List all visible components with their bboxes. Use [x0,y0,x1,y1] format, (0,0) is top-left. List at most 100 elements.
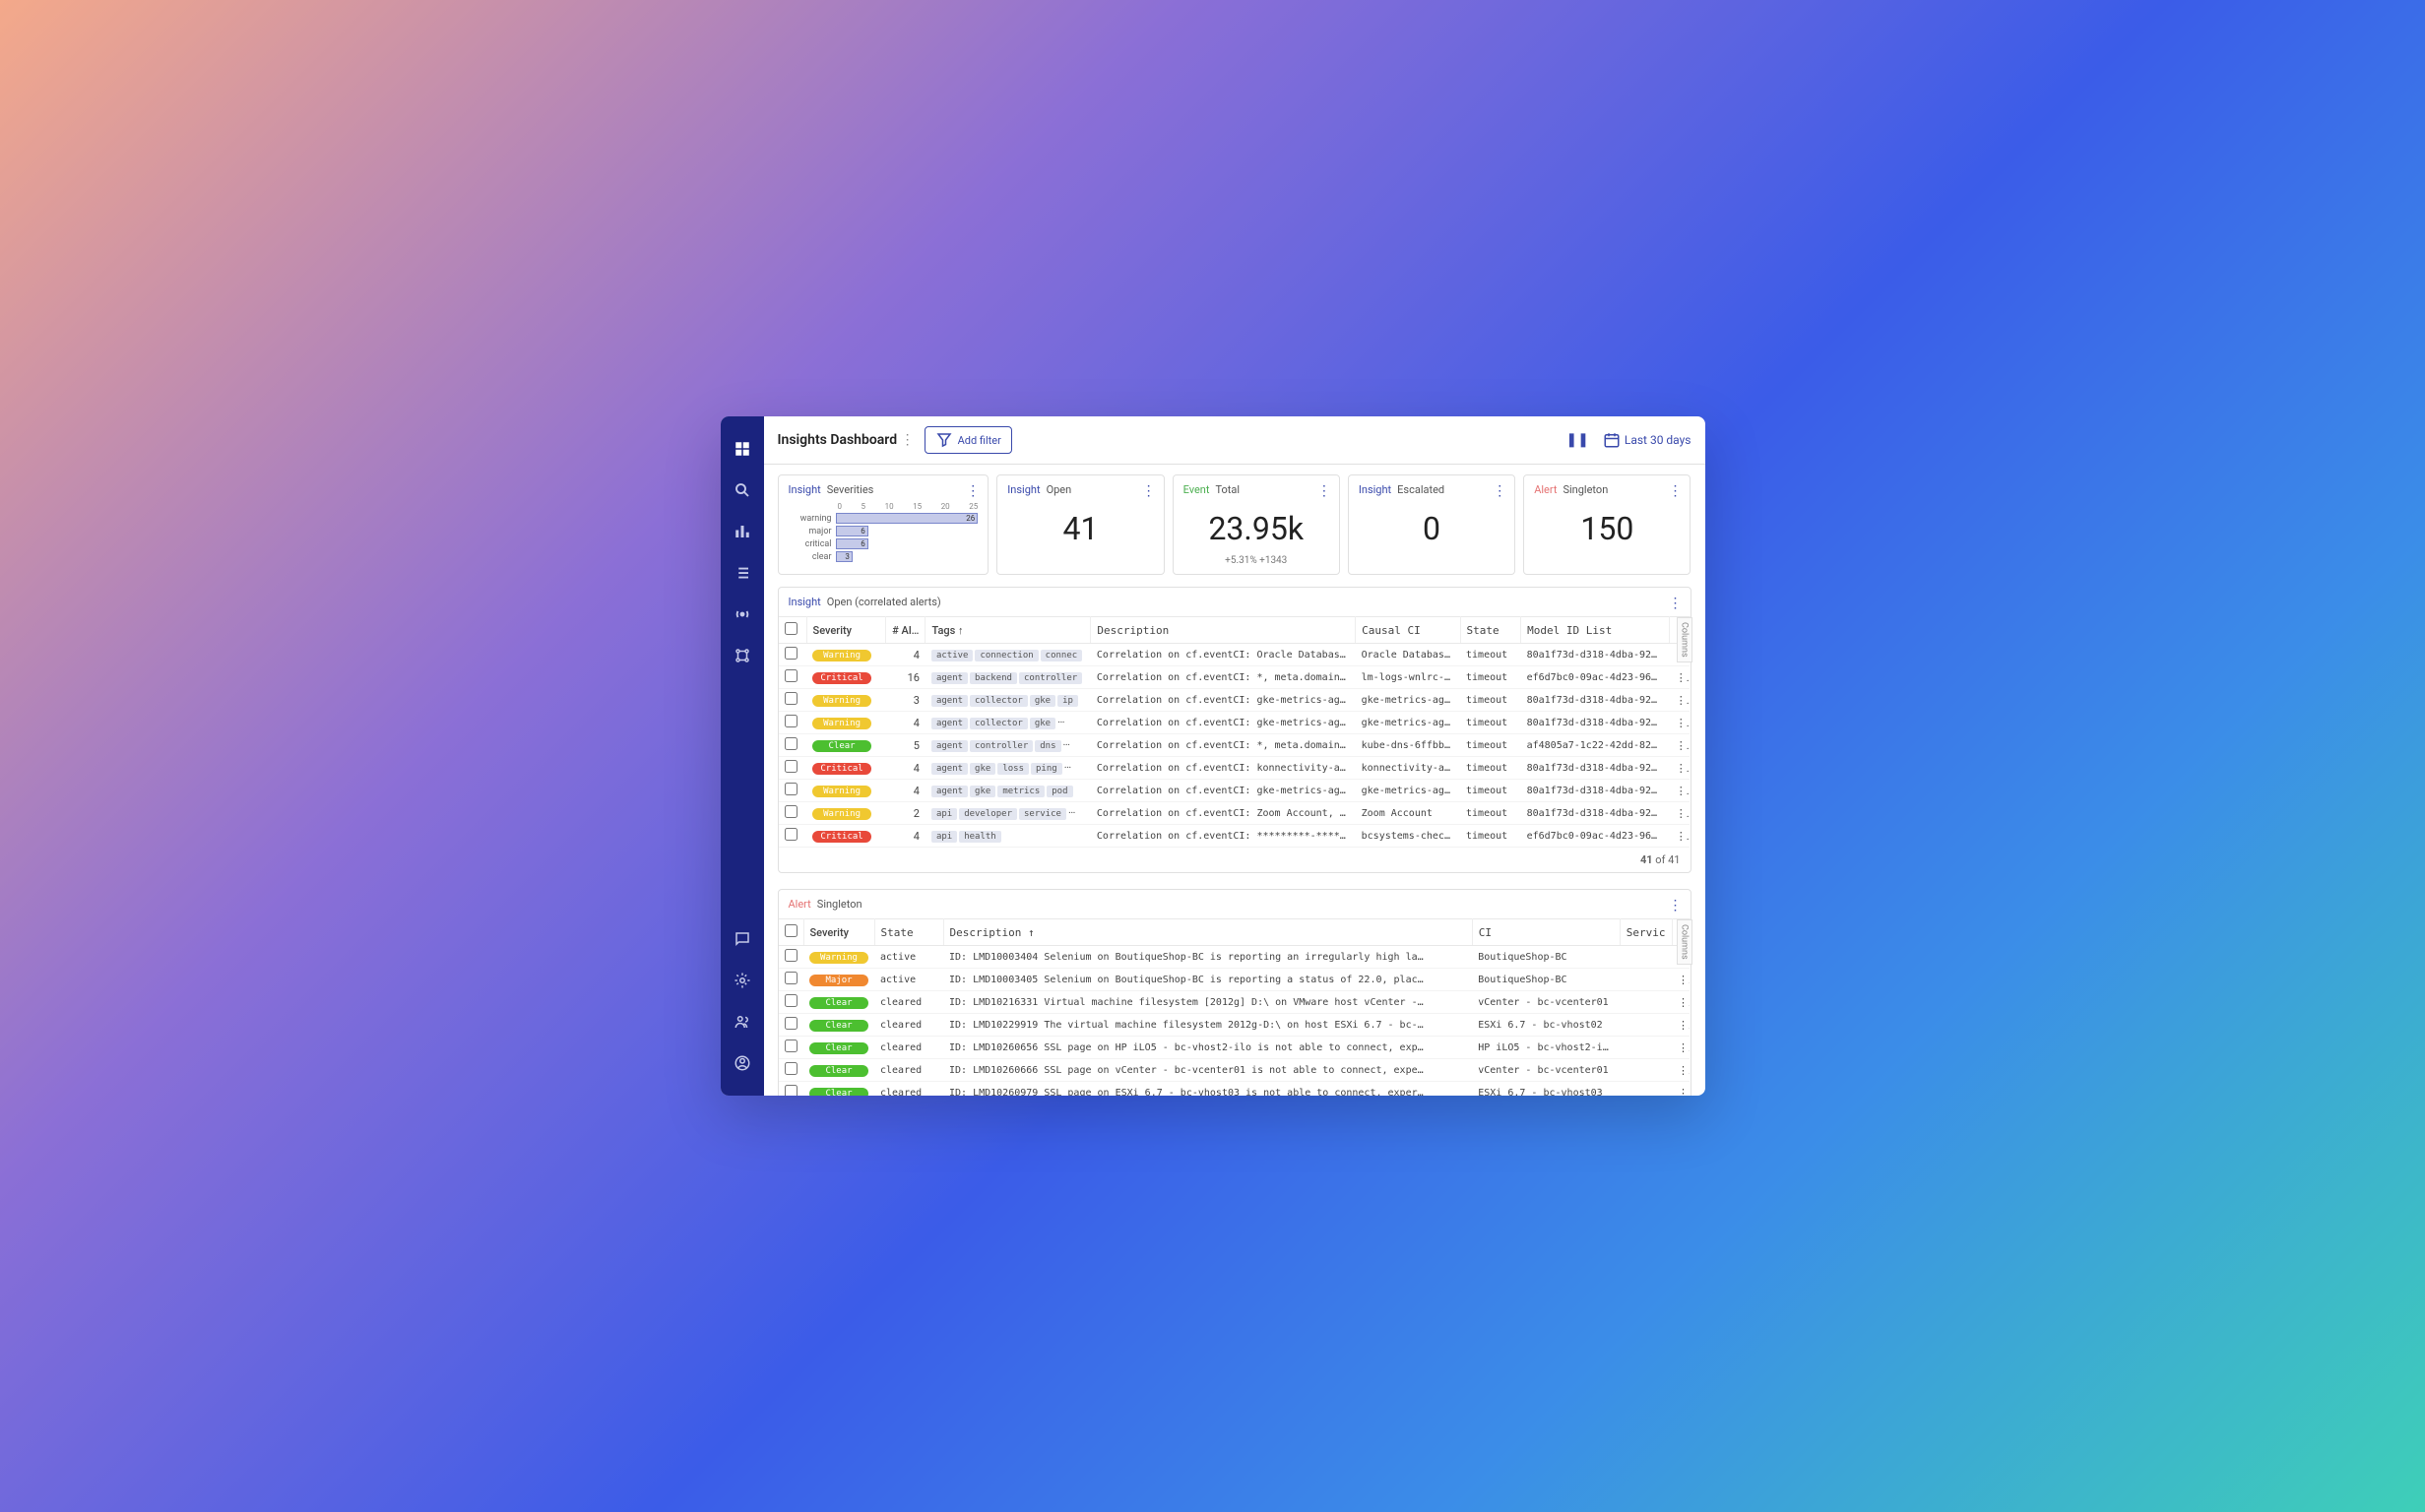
metric-open: 41 [1007,502,1153,555]
table-row[interactable]: Warning3agentcollectorgkeipCorrelation o… [779,689,1691,712]
integrations-icon[interactable] [733,646,752,665]
table-row[interactable]: Warning4activeconnectionconnecCorrelatio… [779,644,1691,666]
columns-toggle[interactable]: Columns [1677,919,1692,965]
chat-icon[interactable] [733,929,752,949]
row-menu-icon[interactable]: ⋮ [1672,1014,1690,1037]
row-menu-icon[interactable]: ⋮ [1670,780,1690,802]
card-menu-icon[interactable]: ⋮ [1317,483,1331,499]
col-header[interactable]: State [874,919,943,946]
chart-icon[interactable] [733,522,752,541]
severity-badge: Critical [812,763,871,775]
row-checkbox[interactable] [785,715,798,727]
card-menu-icon[interactable]: ⋮ [1142,483,1156,499]
col-header[interactable]: Severity [806,617,886,644]
severity-badge: Critical [812,831,871,843]
search-icon[interactable] [733,480,752,500]
insight-panel: InsightOpen (correlated alerts) ⋮ Column… [778,587,1691,873]
severity-badge: Warning [812,808,871,820]
row-checkbox[interactable] [785,1062,798,1075]
date-range-picker[interactable]: Last 30 days [1603,431,1691,449]
table-row[interactable]: ClearclearedID: LMD10260979 SSL page on … [779,1082,1691,1097]
alert-panel: AlertSingleton ⋮ Columns SeverityStateDe… [778,889,1691,1096]
list-icon[interactable] [733,563,752,583]
row-checkbox[interactable] [785,1017,798,1030]
select-all-checkbox[interactable] [785,622,798,635]
row-menu-icon[interactable]: ⋮ [1672,1059,1690,1082]
broadcast-icon[interactable] [733,604,752,624]
col-header[interactable]: Causal CI [1356,617,1460,644]
table-row[interactable]: Warning4agentcollectorgkemetCorrelation … [779,712,1691,734]
pause-icon[interactable]: ❚❚ [1562,432,1592,448]
row-menu-icon[interactable]: ⋮ [1670,666,1690,689]
header: Insights Dashboard Add filter ❚❚ Last 30… [764,416,1705,465]
severity-badge: Clear [809,1065,868,1077]
row-menu-icon[interactable]: ⋮ [1672,991,1690,1014]
row-checkbox[interactable] [785,692,798,705]
col-header[interactable]: Servic [1620,919,1672,946]
panel-menu-icon[interactable]: ⋮ [1669,898,1683,914]
severity-badge: Clear [809,1088,868,1096]
row-checkbox[interactable] [785,737,798,750]
row-checkbox[interactable] [785,783,798,795]
severity-badge: Warning [812,650,871,662]
col-header[interactable]: CI [1472,919,1620,946]
row-menu-icon[interactable]: ⋮ [1670,712,1690,734]
table-row[interactable]: WarningactiveID: LMD10003404 Selenium on… [779,946,1691,969]
row-menu-icon[interactable]: ⋮ [1670,757,1690,780]
table-row[interactable]: Critical4agentgkelosspingpoCorrelation o… [779,757,1691,780]
table-row[interactable]: ClearclearedID: LMD10260656 SSL page on … [779,1037,1691,1059]
row-checkbox[interactable] [785,669,798,682]
users-icon[interactable] [733,1012,752,1032]
table-row[interactable]: ClearclearedID: LMD10229919 The virtual … [779,1014,1691,1037]
row-menu-icon[interactable]: ⋮ [1670,689,1690,712]
select-all-checkbox[interactable] [785,924,798,937]
row-checkbox[interactable] [785,1040,798,1052]
col-header[interactable]: Description [1091,617,1356,644]
severity-badge: Clear [812,740,871,752]
severity-badge: Clear [809,997,868,1009]
summary-cards: InsightSeverities ⋮ 0510152025 warning26… [764,465,1705,579]
row-checkbox[interactable] [785,828,798,841]
table-row[interactable]: Critical4apihealthCorrelation on cf.even… [779,825,1691,848]
table-row[interactable]: Clear5agentcontrollerdnsgkCorrelation on… [779,734,1691,757]
col-header[interactable]: Severity [803,919,874,946]
row-checkbox[interactable] [785,994,798,1007]
card-menu-icon[interactable]: ⋮ [1668,483,1682,499]
row-checkbox[interactable] [785,805,798,818]
main-content: Insights Dashboard Add filter ❚❚ Last 30… [764,416,1705,1096]
row-checkbox[interactable] [785,760,798,773]
table-row[interactable]: Warning2apideveloperservicezCorrelation … [779,802,1691,825]
row-menu-icon[interactable]: ⋮ [1672,1082,1690,1097]
col-header[interactable]: State [1460,617,1521,644]
row-checkbox[interactable] [785,1085,798,1096]
logo-icon[interactable] [733,439,752,459]
row-menu-icon[interactable]: ⋮ [1672,969,1690,991]
row-menu-icon[interactable]: ⋮ [1672,1037,1690,1059]
col-header[interactable]: Model ID List [1521,617,1670,644]
row-menu-icon[interactable]: ⋮ [1670,802,1690,825]
row-checkbox[interactable] [785,647,798,660]
metric-singleton: 150 [1534,502,1680,555]
col-header[interactable]: # Al… [886,617,925,644]
col-header[interactable]: Description ↑ [943,919,1472,946]
row-checkbox[interactable] [785,949,798,962]
table-row[interactable]: ClearclearedID: LMD10260666 SSL page on … [779,1059,1691,1082]
severity-badge: Warning [812,695,871,707]
settings-icon[interactable] [733,971,752,990]
profile-icon[interactable] [733,1053,752,1073]
row-menu-icon[interactable]: ⋮ [1670,734,1690,757]
add-filter-button[interactable]: Add filter [925,426,1012,454]
row-menu-icon[interactable]: ⋮ [1670,825,1690,848]
table-row[interactable]: MajoractiveID: LMD10003405 Selenium on B… [779,969,1691,991]
table-row[interactable]: Warning4agentgkemetricspodCorrelation on… [779,780,1691,802]
panel-menu-icon[interactable]: ⋮ [1669,596,1683,611]
row-checkbox[interactable] [785,972,798,984]
card-menu-icon[interactable]: ⋮ [966,483,980,499]
card-menu-icon[interactable]: ⋮ [1493,483,1506,499]
col-header[interactable]: Tags ↑ [925,617,1091,644]
columns-toggle[interactable]: Columns [1677,617,1692,662]
card-severities: InsightSeverities ⋮ 0510152025 warning26… [778,474,989,575]
table-row[interactable]: ClearclearedID: LMD10216331 Virtual mach… [779,991,1691,1014]
table-row[interactable]: Critical16agentbackendcontrollerCorrelat… [779,666,1691,689]
severity-badge: Warning [809,952,868,964]
